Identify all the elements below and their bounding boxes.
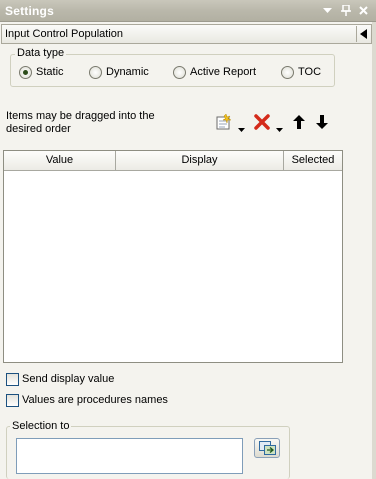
radio-active-report-label[interactable]: Active Report (190, 66, 256, 78)
section-title: Input Control Population (5, 28, 124, 40)
radio-static-label[interactable]: Static (36, 66, 64, 78)
move-up-icon[interactable] (293, 115, 305, 132)
new-item-icon[interactable] (216, 113, 232, 133)
select-target-icon (259, 441, 276, 455)
panel-menu-dropdown-icon[interactable] (320, 2, 335, 19)
checkbox-box[interactable] (6, 394, 19, 407)
radio-circle[interactable] (89, 66, 102, 79)
column-header-display[interactable]: Display (116, 151, 284, 171)
new-item-dropdown-icon[interactable] (238, 121, 245, 135)
delete-icon[interactable] (254, 114, 270, 133)
drag-order-hint: Items may be dragged into the desired or… (6, 110, 155, 135)
selection-to-browse-button[interactable] (254, 438, 280, 458)
values-procedures-label[interactable]: Values are procedures names (22, 394, 168, 406)
panel-right-border (372, 22, 376, 479)
radio-toc-label[interactable]: TOC (298, 66, 321, 78)
close-icon[interactable] (356, 2, 371, 19)
pin-icon[interactable] (338, 2, 353, 19)
panel-title: Settings (5, 4, 54, 18)
radio-circle[interactable] (19, 66, 32, 79)
panel-titlebar: Settings (0, 0, 376, 22)
radio-circle[interactable] (281, 66, 294, 79)
delete-dropdown-icon[interactable] (276, 121, 283, 135)
selection-to-input[interactable] (16, 438, 243, 474)
column-header-value[interactable]: Value (4, 151, 116, 171)
send-display-value-label[interactable]: Send display value (22, 373, 114, 385)
selection-to-legend: Selection to (10, 420, 72, 432)
values-table[interactable]: Value Display Selected (3, 150, 343, 363)
checkbox-box[interactable] (6, 373, 19, 386)
move-down-icon[interactable] (316, 115, 328, 132)
section-header-input-control-population[interactable]: Input Control Population (1, 24, 372, 44)
column-header-selected[interactable]: Selected (284, 151, 342, 171)
collapse-section-button[interactable] (356, 26, 370, 42)
data-type-legend: Data type (15, 47, 67, 59)
radio-circle[interactable] (173, 66, 186, 79)
radio-selected-dot (23, 70, 28, 75)
radio-dynamic-label[interactable]: Dynamic (106, 66, 149, 78)
collapse-arrow-icon (360, 29, 367, 39)
